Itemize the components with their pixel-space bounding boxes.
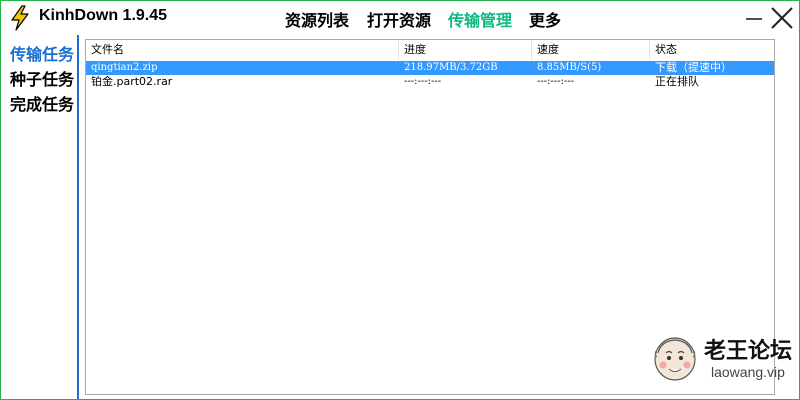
app-title: KinhDown 1.9.45 [39,7,168,24]
column-header-speed[interactable]: 速度 [532,40,650,60]
title-bar: KinhDown 1.9.45 资源列表 打开资源 传输管理 更多 [1,1,799,35]
sidebar-item-transfer-tasks[interactable]: 传输任务 [10,41,74,65]
sidebar-divider [77,35,79,399]
row-filename: qingtian2.zip [91,62,158,73]
app-window: KinhDown 1.9.45 资源列表 打开资源 传输管理 更多 传输任务 种… [0,0,800,400]
row-filename: 铂金.part02.rar [91,75,173,88]
row-speed: ---:---:--- [537,76,575,87]
lightning-bolt-icon [11,5,29,31]
table-row[interactable]: 铂金.part02.rar ---:---:--- ---:---:--- 正在… [86,75,774,89]
watermark-subtitle: laowang.vip [711,364,785,380]
table-row[interactable]: qingtian2.zip 218.97MB/3.72GB 8.85MB/S(5… [86,61,774,75]
sidebar-item-torrent-tasks[interactable]: 种子任务 [10,66,74,90]
row-progress: ---:---:--- [404,76,442,87]
column-header-status[interactable]: 状态 [650,40,774,60]
column-header-progress[interactable]: 进度 [399,40,532,60]
sidebar: 传输任务 种子任务 完成任务 [1,35,76,399]
column-header-filename[interactable]: 文件名 [86,40,399,60]
row-status: 正在排队 [655,75,699,88]
row-speed: 8.85MB/S(5) [537,62,602,73]
watermark: 老王论坛 laowang.vip [649,331,799,395]
watermark-title: 老王论坛 [704,339,793,364]
old-man-face-icon [654,337,696,381]
menu-transfer-management[interactable]: 传输管理 [448,7,512,31]
sidebar-item-completed-tasks[interactable]: 完成任务 [10,91,74,115]
table-header: 文件名 进度 速度 状态 [86,40,774,60]
row-progress: 218.97MB/3.72GB [404,62,498,73]
menu-resource-list[interactable]: 资源列表 [285,7,349,31]
menu-more[interactable]: 更多 [529,7,561,31]
row-status: 下载（提速中） [655,61,732,74]
menu-open-resource[interactable]: 打开资源 [367,7,431,31]
minimize-icon[interactable] [741,5,767,31]
close-icon[interactable] [769,5,795,31]
